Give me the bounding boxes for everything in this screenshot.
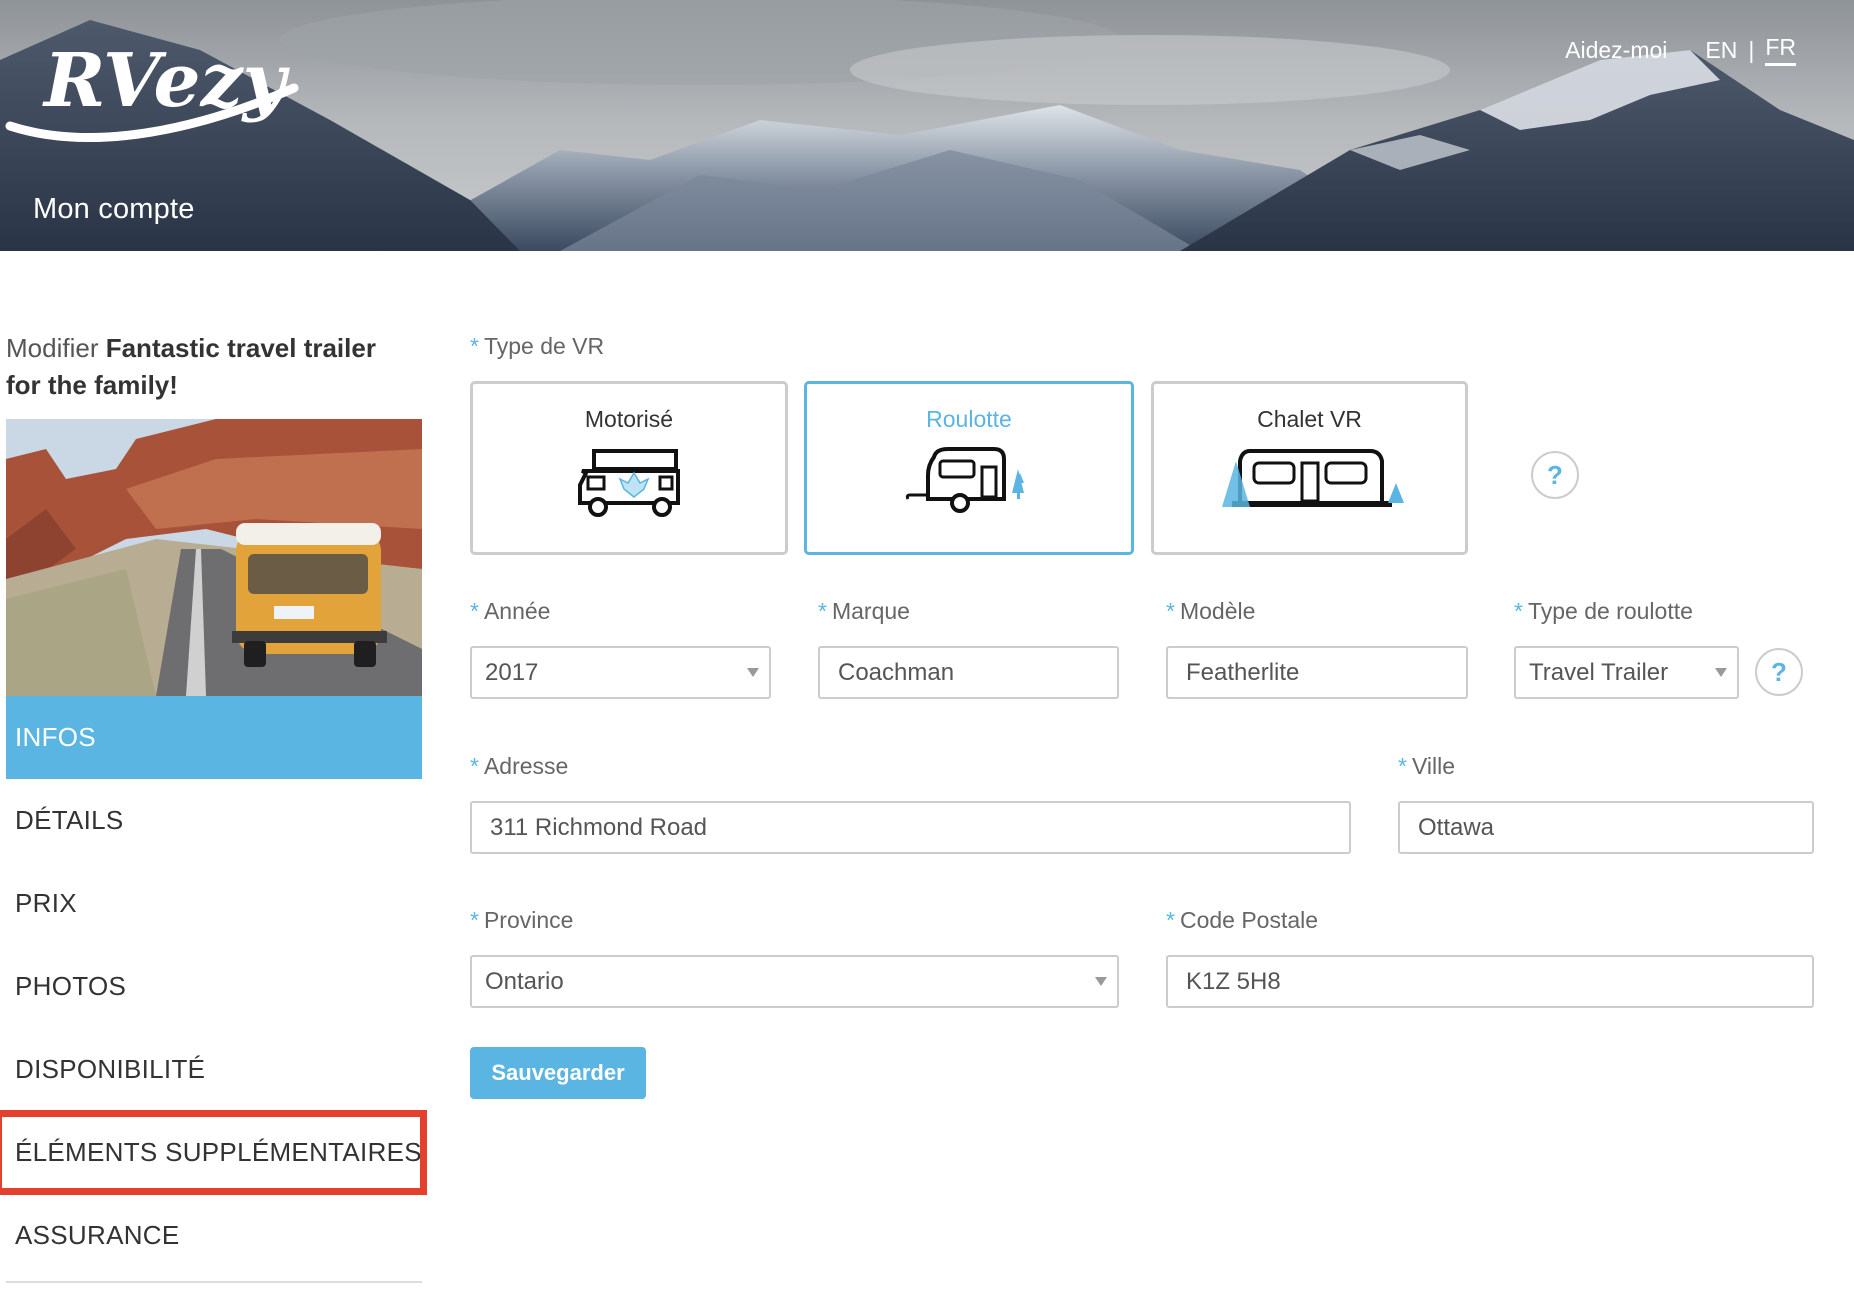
address-input[interactable]: 311 Richmond Road xyxy=(470,801,1351,854)
sidebar-item-photos[interactable]: PHOTOS xyxy=(6,945,422,1028)
model-label: * Modèle xyxy=(1166,598,1256,624)
top-navigation: Aidez-moi EN | FR xyxy=(1565,34,1796,66)
year-label: * Année xyxy=(470,598,551,624)
rv-type-roulotte[interactable]: Roulotte xyxy=(804,381,1134,555)
lang-en-link[interactable]: EN xyxy=(1705,37,1737,64)
listing-photo xyxy=(6,419,422,696)
rvezy-logo[interactable]: RVezy xyxy=(4,18,304,143)
header-banner: RVezy Mon compte Aidez-moi EN | FR xyxy=(0,0,1854,251)
trailer-type-label: * Type de roulotte xyxy=(1514,598,1693,624)
listing-title: Modifier Fantastic travel trailer for th… xyxy=(6,330,422,404)
city-input[interactable]: Ottawa xyxy=(1398,801,1814,854)
trailer-type-value: Travel Trailer xyxy=(1529,659,1669,686)
rv-type-motorise[interactable]: Motorisé xyxy=(470,381,788,555)
postal-code-input[interactable]: K1Z 5H8 xyxy=(1166,955,1814,1008)
province-label: * Province xyxy=(470,907,574,933)
lang-separator: | xyxy=(1748,36,1755,63)
sidebar: Modifier Fantastic travel trailer for th… xyxy=(0,330,427,1283)
trailer-type-help-icon[interactable]: ? xyxy=(1755,648,1803,696)
sidebar-divider xyxy=(6,1281,422,1283)
sidebar-item-elements-supplementaires[interactable]: ÉLÉMENTS SUPPLÉMENTAIRES xyxy=(0,1110,427,1195)
city-label: * Ville xyxy=(1398,753,1455,779)
year-value: 2017 xyxy=(485,659,539,686)
province-value: Ontario xyxy=(485,968,564,995)
rv-type-help-icon[interactable]: ? xyxy=(1531,451,1579,499)
lang-fr-link[interactable]: FR xyxy=(1765,34,1796,66)
logo-text: RVezy xyxy=(42,38,291,124)
sidebar-item-infos[interactable]: INFOS xyxy=(6,696,422,779)
motorhome-icon xyxy=(578,449,680,517)
travel-trailer-icon xyxy=(905,447,1024,513)
make-input[interactable]: Coachman xyxy=(818,646,1119,699)
page-title: Mon compte xyxy=(33,193,195,225)
rv-type-label-motorise: Motorisé xyxy=(584,406,674,432)
province-select[interactable]: Ontario xyxy=(470,955,1119,1008)
sidebar-item-prix[interactable]: PRIX xyxy=(6,862,422,945)
rv-type-label-roulotte: Roulotte xyxy=(926,406,1012,432)
rv-type-label: * Type de VR xyxy=(470,333,605,359)
save-button[interactable]: Sauvegarder xyxy=(470,1047,646,1099)
sidebar-menu: INFOS DÉTAILS PRIX PHOTOS DISPONIBILITÉ … xyxy=(0,696,427,1277)
rv-type-label-chalet-vr: Chalet VR xyxy=(1257,406,1362,432)
sidebar-item-disponibilite[interactable]: DISPONIBILITÉ xyxy=(6,1028,422,1111)
chevron-down-icon xyxy=(1095,977,1107,986)
park-model-icon xyxy=(1221,449,1404,507)
postal-code-label: * Code Postale xyxy=(1166,907,1319,933)
trailer-type-select[interactable]: Travel Trailer xyxy=(1514,646,1739,699)
sidebar-item-details[interactable]: DÉTAILS xyxy=(6,779,422,862)
address-label: * Adresse xyxy=(470,753,569,779)
model-input[interactable]: Featherlite xyxy=(1166,646,1468,699)
chevron-down-icon xyxy=(747,668,759,677)
make-label: * Marque xyxy=(818,598,910,624)
required-marker: * xyxy=(470,333,479,359)
edit-prefix: Modifier xyxy=(6,333,99,363)
year-select[interactable]: 2017 xyxy=(470,646,771,699)
chevron-down-icon xyxy=(1715,668,1727,677)
sidebar-item-assurance[interactable]: ASSURANCE xyxy=(6,1194,422,1277)
rv-type-chalet-vr[interactable]: Chalet VR xyxy=(1151,381,1468,555)
help-link[interactable]: Aidez-moi xyxy=(1565,37,1667,64)
